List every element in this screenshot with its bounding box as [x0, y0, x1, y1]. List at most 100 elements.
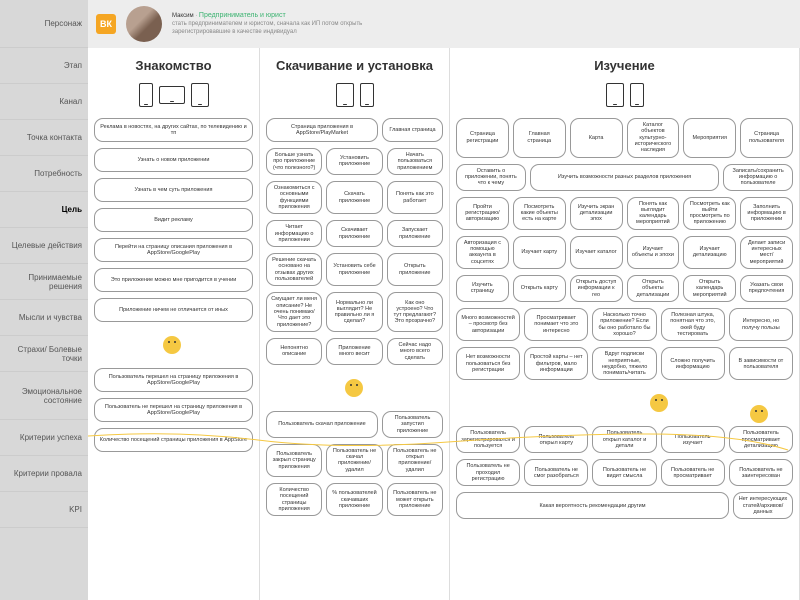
cell[interactable]: Карта — [570, 118, 623, 158]
cell[interactable]: Пользователь зарегистрировался и пользуе… — [456, 426, 520, 453]
cell[interactable]: Понять как это работает — [387, 181, 443, 214]
cell[interactable]: Запускает приложение — [387, 220, 443, 247]
cell[interactable]: Страница пользователя — [740, 118, 793, 158]
cell[interactable]: Насколько точно приложение? Если бы оно … — [592, 308, 656, 341]
cell[interactable]: Открыть объекты детализации — [627, 275, 680, 302]
cell[interactable]: Простой карты – нет фильтров, мало инфор… — [524, 347, 588, 380]
cell[interactable]: Начать пользоваться приложением — [387, 148, 443, 175]
cell[interactable]: Сейчас надо много всего сделать — [387, 338, 443, 365]
side-thought[interactable]: Мысли и чувства — [0, 300, 88, 336]
cell[interactable]: Пользователь не перешел на страницу прил… — [94, 398, 253, 422]
cell[interactable]: Пользователь скачал приложение — [266, 411, 378, 438]
cell[interactable]: % пользователей скачавших приложение — [326, 483, 382, 516]
cell[interactable]: Количество посещений страницы приложения — [266, 483, 322, 516]
cell[interactable]: Как оно устроено? Что тут предлагают? Эт… — [387, 292, 443, 332]
cell[interactable]: Открыть календарь мероприятий — [683, 275, 736, 302]
cell[interactable]: Пользователь не открыл приложение/удалил — [387, 444, 443, 477]
cell[interactable]: Установить приложение — [326, 148, 382, 175]
cell[interactable]: Решение скачать основано на отзывах друг… — [266, 253, 322, 286]
cell[interactable]: Страница приложения в AppStore/PlayMarke… — [266, 118, 378, 142]
cell[interactable]: Делает записи интересных мест/мероприяти… — [740, 236, 793, 269]
cell[interactable]: Пользователь не скачал приложение/удалил — [326, 444, 382, 477]
cell[interactable]: Скачать приложение — [326, 181, 382, 214]
side-emo[interactable]: Эмоциональное состояние — [0, 372, 88, 420]
cell[interactable]: Указать свои предпочтения — [740, 275, 793, 302]
cell[interactable]: Пройти регистрацию/авторизацию — [456, 197, 509, 230]
cell[interactable]: Изучает карту — [513, 236, 566, 269]
cell[interactable]: Пользователь закрыл страницу приложения — [266, 444, 322, 477]
cell[interactable]: Много возможностей – просмотр без автори… — [456, 308, 520, 341]
cell[interactable]: Пользователь запустил приложение — [382, 411, 443, 438]
cell[interactable]: Главная страница — [513, 118, 566, 158]
cell[interactable]: Приложение ничем не отличается от иных — [94, 298, 253, 322]
side-stage[interactable]: Этап — [0, 48, 88, 84]
cell[interactable]: Каталог объектов культурно-исторического… — [627, 118, 680, 158]
cell[interactable]: Изучить возможности разных разделов прил… — [530, 164, 719, 191]
cell[interactable]: Нет интересующих статей/архивов/данных — [733, 492, 793, 519]
cell[interactable]: Смущает ли меня описание? Не очень поним… — [266, 292, 322, 332]
cell[interactable]: Понять как выглядит календарь мероприяти… — [627, 197, 680, 230]
cell[interactable]: Посмотреть какие объекты есть на карте — [513, 197, 566, 230]
cell[interactable]: Полезная штука, понятная что это, окей б… — [661, 308, 725, 341]
cell[interactable]: Узнать о новом приложении — [94, 148, 253, 172]
cell[interactable]: Вдруг подписки неприятные, неудобно, тяж… — [592, 347, 656, 380]
cell[interactable]: Пользователь не смог разобраться — [524, 459, 588, 486]
side-kpi[interactable]: KPI — [0, 492, 88, 528]
cell[interactable]: Сложно получить информацию — [661, 347, 725, 380]
cell[interactable]: Мероприятия — [683, 118, 736, 158]
cell[interactable]: Открыть приложение — [387, 253, 443, 286]
side-channel[interactable]: Канал — [0, 84, 88, 120]
side-decision[interactable]: Принимаемые решения — [0, 264, 88, 300]
side-fear[interactable]: Страхи/ Болевые точки — [0, 336, 88, 372]
cell[interactable]: Просматривает понимает что это интересно — [524, 308, 588, 341]
cell[interactable]: Страница регистрации — [456, 118, 509, 158]
side-fail[interactable]: Критерии провала — [0, 456, 88, 492]
cell[interactable]: Пользователь просматривает детализацию — [729, 426, 793, 453]
cell[interactable]: Читает информацию о приложении — [266, 220, 322, 247]
cell[interactable]: Пользователь не просматривает — [661, 459, 725, 486]
cell[interactable]: Пользователь не заинтересован — [729, 459, 793, 486]
cell[interactable]: В зависимости от пользователя — [729, 347, 793, 380]
cell[interactable]: Нет возможности пользоваться без регистр… — [456, 347, 520, 380]
cell[interactable]: Больше узнать про приложение (что полезн… — [266, 148, 322, 175]
cell[interactable]: Видит рекламу — [94, 208, 253, 232]
cell[interactable]: Пользователь не может открыть приложение — [387, 483, 443, 516]
cell[interactable]: Приложение много весит — [326, 338, 382, 365]
cell[interactable]: Какая вероятность рекомендации другим — [456, 492, 729, 519]
side-goal[interactable]: Цель — [0, 192, 88, 228]
side-action[interactable]: Целевые действия — [0, 228, 88, 264]
side-success[interactable]: Критерии успеха — [0, 420, 88, 456]
cell[interactable]: Скачивает приложение — [326, 220, 382, 247]
cell[interactable]: Главная страница — [382, 118, 443, 142]
cell[interactable]: Авторизация с помощью аккаунта в соцсетя… — [456, 236, 509, 269]
cell[interactable]: Это приложение можно мне пригодится в уч… — [94, 268, 253, 292]
cell[interactable]: Изучает объекты и эпохи — [627, 236, 680, 269]
cell[interactable]: Узнать в чем суть приложения — [94, 178, 253, 202]
cell[interactable]: Интересно, но получу пользы — [729, 308, 793, 341]
cell[interactable]: Изучить страницу — [456, 275, 509, 302]
cell[interactable]: Пользователь перешел на страницу приложе… — [94, 368, 253, 392]
side-need[interactable]: Потребность — [0, 156, 88, 192]
cell[interactable]: Ознакомиться с основными функциями прило… — [266, 181, 322, 214]
cell[interactable]: Количество посещений страницы приложения… — [94, 428, 253, 452]
cell[interactable]: Открыть доступ информации к гео — [570, 275, 623, 302]
cell[interactable]: Заполнить информацию в приложении — [740, 197, 793, 230]
cell[interactable]: Пользователь изучает — [661, 426, 725, 453]
cell[interactable]: Изучает каталог — [570, 236, 623, 269]
cell[interactable]: Оставить о приложении, понять что к чему — [456, 164, 526, 191]
side-touch[interactable]: Точка контакта — [0, 120, 88, 156]
cell[interactable]: Записать/сохранить информацию о пользова… — [723, 164, 793, 191]
cell[interactable]: Открыть карту — [513, 275, 566, 302]
side-persona[interactable]: Персонаж — [0, 0, 88, 48]
cell[interactable]: Изучить экран детализации эпох — [570, 197, 623, 230]
cell[interactable]: Реклама в новостях, на других сайтах, по… — [94, 118, 253, 142]
cell[interactable]: Изучает детализацию — [683, 236, 736, 269]
cell[interactable]: Установить себе приложение — [326, 253, 382, 286]
cell[interactable]: Перейти на страницу описания приложения … — [94, 238, 253, 262]
cell[interactable]: Пользователь не видит смысла — [592, 459, 656, 486]
cell[interactable]: Непонятно описание — [266, 338, 322, 365]
cell[interactable]: Пользователь открыл карту — [524, 426, 588, 453]
cell[interactable]: Пользователь не проходил регистрацию — [456, 459, 520, 486]
cell[interactable]: Нормально ли выглядит? Не правильно ли я… — [326, 292, 382, 332]
cell[interactable]: Посмотреть как выйти просмотреть по прил… — [683, 197, 736, 230]
